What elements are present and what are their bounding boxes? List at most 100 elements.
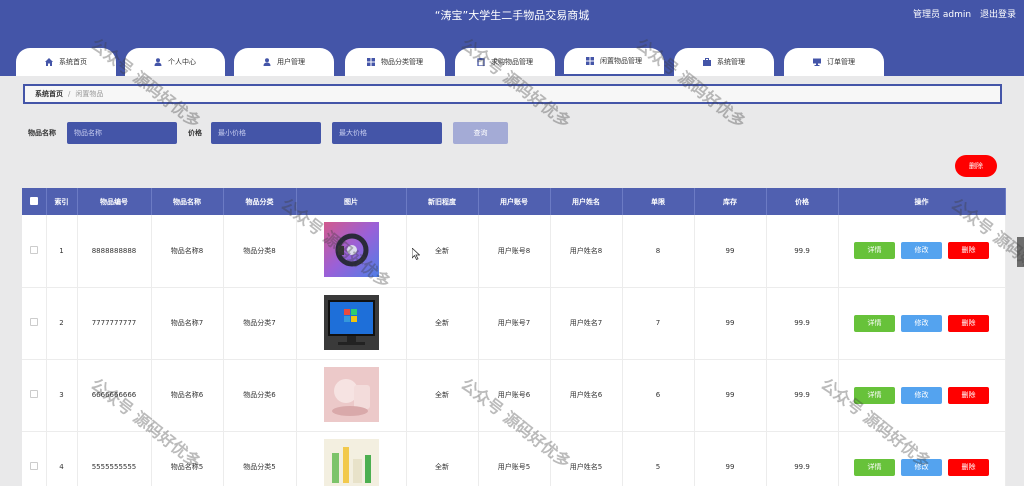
name-cell: 物品名称6 [151, 359, 224, 432]
category-cell: 物品分类6 [223, 359, 297, 432]
edit-button[interactable]: 修改 [901, 314, 942, 332]
name-cell: 物品名称7 [151, 287, 224, 360]
username-cell: 用户姓名5 [550, 431, 623, 486]
tab-category[interactable]: 物品分类管理 [345, 48, 445, 76]
app-title: “涛宝”大学生二手物品交易商城 [434, 9, 590, 22]
code-cell: 8888888888 [77, 215, 152, 288]
mouse-cursor-icon [412, 248, 420, 260]
index-cell: 3 [46, 359, 78, 432]
home-icon [45, 58, 53, 66]
column-header: 新旧程度 [406, 188, 479, 215]
max-price-input[interactable] [332, 122, 442, 144]
actions-cell: 详情 修改 删除 [838, 431, 1006, 486]
row-checkbox[interactable] [29, 245, 38, 254]
row-select-cell [22, 359, 47, 432]
image-cell [296, 215, 407, 288]
row-checkbox[interactable] [29, 318, 38, 326]
items-table: 索引 物品编号 物品名称 物品分类 图片 新旧程度 用户账号 用户姓名 单限 库… [22, 188, 1006, 486]
product-image[interactable] [323, 366, 379, 422]
tab-label: 订单管理 [827, 58, 855, 66]
index-cell: 4 [46, 431, 78, 486]
column-header: 物品编号 [77, 188, 152, 215]
detail-button[interactable]: 详情 [854, 242, 895, 260]
breadcrumb: 系统首页 / 闲置物品 [23, 84, 1002, 104]
tab-label: 系统管理 [717, 58, 745, 66]
user-icon [154, 58, 162, 66]
clipboard-icon [477, 58, 485, 67]
column-header: 物品分类 [223, 188, 297, 215]
stock-cell: 99 [694, 215, 767, 288]
product-image[interactable] [323, 438, 379, 486]
logout-link[interactable]: 退出登录 [980, 10, 1016, 20]
scrollbar-thumb[interactable] [1017, 237, 1024, 267]
delete-button[interactable]: 删除 [948, 314, 989, 332]
edit-button[interactable]: 修改 [901, 242, 942, 260]
min-price-input[interactable] [211, 122, 321, 144]
limit-cell: 8 [622, 215, 695, 288]
row-checkbox[interactable] [29, 390, 38, 398]
tab-orders[interactable]: 订单管理 [784, 48, 884, 76]
row-checkbox[interactable] [29, 462, 38, 470]
detail-button[interactable]: 详情 [854, 458, 895, 476]
select-all-checkbox[interactable] [29, 196, 38, 205]
row-select-cell [22, 287, 47, 360]
limit-cell: 7 [622, 287, 695, 360]
tab-system[interactable]: 系统管理 [674, 48, 774, 76]
tab-label: 系统首页 [59, 58, 87, 66]
edit-button[interactable]: 修改 [901, 386, 942, 404]
delete-button[interactable]: 删除 [948, 242, 989, 260]
product-image[interactable] [323, 222, 379, 278]
actions-cell: 详情 修改 删除 [838, 215, 1006, 288]
user-icon [263, 58, 271, 66]
column-header: 库存 [694, 188, 767, 215]
detail-button[interactable]: 详情 [854, 314, 895, 332]
condition-cell: 全新 [406, 359, 479, 432]
tab-users[interactable]: 用户管理 [234, 48, 334, 76]
select-all-cell [22, 188, 47, 215]
detail-button[interactable]: 详情 [854, 386, 895, 404]
breadcrumb-home[interactable]: 系统首页 [35, 89, 63, 99]
delete-button[interactable]: 删除 [948, 386, 989, 404]
category-cell: 物品分类7 [223, 287, 297, 360]
price-cell: 99.9 [766, 431, 839, 486]
account-cell: 用户账号8 [478, 215, 551, 288]
breadcrumb-separator: / [68, 90, 71, 98]
index-cell: 1 [46, 215, 78, 288]
price-label: 价格 [188, 129, 202, 137]
account-cell: 用户账号6 [478, 359, 551, 432]
product-image[interactable] [323, 294, 379, 350]
price-cell: 99.9 [766, 215, 839, 288]
search-bar: 物品名称 价格 查询 [0, 122, 1024, 144]
image-cell [296, 431, 407, 486]
query-button[interactable]: 查询 [453, 122, 508, 144]
breadcrumb-current: 闲置物品 [75, 90, 104, 98]
grid-icon [367, 58, 375, 66]
column-header: 用户姓名 [550, 188, 623, 215]
stock-cell: 99 [694, 287, 767, 360]
price-cell: 99.9 [766, 359, 839, 432]
username-cell: 用户姓名6 [550, 359, 623, 432]
name-label: 物品名称 [28, 129, 56, 137]
tab-personal[interactable]: 个人中心 [125, 48, 225, 76]
briefcase-icon [703, 58, 711, 66]
name-search-input[interactable] [67, 122, 177, 144]
table-row: 4 5555555555 物品名称5 物品分类5 全新 用户账号5 用户姓名5 … [22, 431, 1006, 486]
monitor-icon [813, 58, 821, 66]
tab-wanted[interactable]: 求购物品管理 [455, 48, 555, 76]
code-cell: 7777777777 [77, 287, 152, 360]
image-cell [296, 287, 407, 360]
tab-label: 物品分类管理 [381, 58, 423, 66]
condition-cell: 全新 [406, 287, 479, 360]
delete-button[interactable]: 删除 [948, 458, 989, 476]
image-cell [296, 359, 407, 432]
tab-label: 闲置物品管理 [600, 57, 642, 65]
batch-delete-button[interactable]: 删除 [955, 155, 997, 177]
stock-cell: 99 [694, 431, 767, 486]
tab-idle-items[interactable]: 闲置物品管理 [564, 48, 664, 76]
category-cell: 物品分类8 [223, 215, 297, 288]
tab-label: 用户管理 [277, 58, 305, 66]
edit-button[interactable]: 修改 [901, 458, 942, 476]
tab-home[interactable]: 系统首页 [16, 48, 116, 76]
username-cell: 用户姓名8 [550, 215, 623, 288]
category-cell: 物品分类5 [223, 431, 297, 486]
